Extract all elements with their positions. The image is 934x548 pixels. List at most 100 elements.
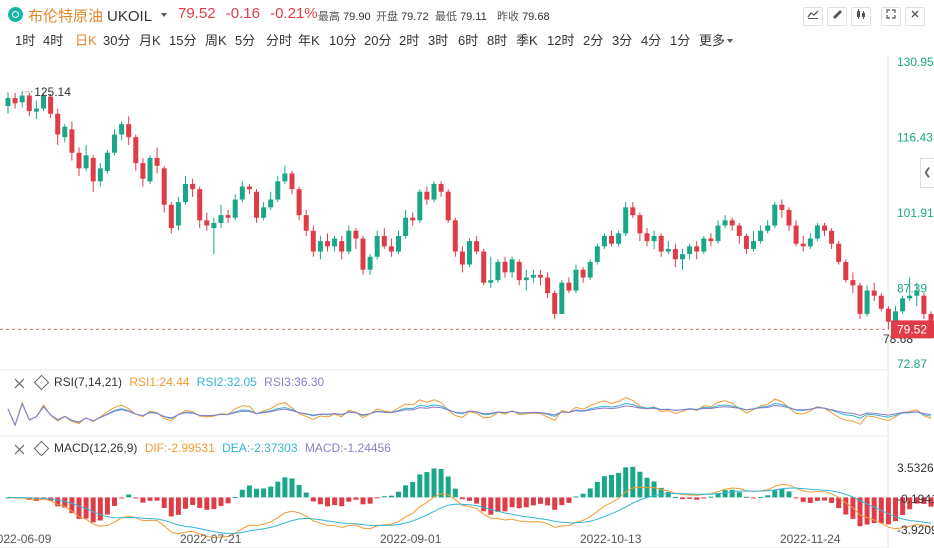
macd-bar — [126, 494, 132, 498]
candle-body — [339, 241, 345, 252]
candle-body — [289, 173, 295, 190]
candle-body — [545, 277, 551, 294]
macd-bar — [119, 497, 125, 499]
macd-bar — [204, 497, 210, 510]
candle-body — [885, 308, 891, 322]
macd-bar — [112, 497, 117, 506]
macd-bar — [680, 497, 685, 500]
macd-bar — [282, 477, 288, 498]
candle-body — [126, 124, 132, 138]
macd-bar — [396, 491, 401, 498]
candle-body — [793, 225, 799, 244]
macd-bar — [665, 491, 671, 498]
candle-body — [538, 274, 543, 278]
x-tick-label: 2022-11-24 — [780, 532, 841, 546]
macd-bar — [154, 497, 160, 501]
macd-bar — [325, 497, 330, 507]
close-indicator-icon[interactable] — [14, 442, 25, 455]
candle-body — [296, 189, 302, 216]
macd-bar — [275, 481, 281, 498]
candle-body — [325, 241, 330, 247]
candle-body — [197, 189, 203, 221]
candle-body — [687, 246, 693, 255]
candle-body — [104, 152, 110, 171]
candle-body — [175, 202, 181, 226]
candle-body — [374, 235, 380, 257]
candle-body — [97, 168, 103, 182]
macd-bar — [133, 497, 139, 499]
candle-body — [829, 230, 835, 244]
macd-bar — [459, 497, 465, 500]
candle-body — [317, 241, 323, 252]
candle-body — [190, 183, 196, 190]
macd-bar — [538, 497, 543, 504]
macd-bar — [403, 485, 409, 498]
candle-body — [403, 217, 409, 236]
dea-line — [7, 487, 932, 534]
max-price-label: 125.14 — [34, 85, 71, 99]
macd-bar — [516, 497, 522, 509]
macd-bar — [708, 496, 714, 498]
candle-body — [346, 230, 352, 252]
macd-bar — [843, 497, 849, 515]
macd-bar — [743, 496, 749, 498]
macd-bar — [431, 468, 437, 498]
macd-bar — [601, 476, 607, 498]
macd-bar — [637, 471, 643, 498]
candle-body — [715, 225, 721, 242]
candle-body — [601, 235, 607, 247]
candle-body — [183, 183, 188, 203]
macd-bar — [97, 497, 103, 521]
candle-body — [580, 269, 586, 278]
y-tick-label: 116.43 — [897, 131, 933, 145]
macd-bar — [552, 497, 558, 510]
macd-bar — [467, 497, 472, 501]
candle-body — [630, 207, 636, 216]
macd-bar — [779, 488, 785, 498]
macd-bar — [417, 474, 423, 498]
macd-bar — [545, 497, 551, 506]
candle-body — [900, 298, 906, 312]
candle-body — [836, 243, 842, 262]
candle-body — [907, 295, 913, 299]
candle-body — [310, 230, 316, 252]
x-tick-label: 2022-09-01 — [380, 532, 442, 546]
macd-bar — [807, 497, 813, 503]
candle-body — [552, 293, 558, 314]
candle-body — [12, 98, 18, 104]
macd-y-tick-label: -0.19411 — [897, 492, 934, 506]
candle-body — [147, 157, 153, 182]
candle-body — [743, 235, 749, 249]
candle-body — [268, 199, 274, 208]
candle-body — [112, 134, 117, 153]
macd-bar — [303, 492, 309, 498]
macd-bar — [147, 497, 153, 501]
macd-bar — [736, 492, 742, 498]
macd-bar — [587, 488, 593, 498]
candle-body — [651, 235, 657, 242]
macd-bar — [566, 497, 572, 503]
candle-body — [474, 241, 480, 252]
macd-bar — [381, 496, 387, 498]
dif-value: DIF:-2.99531 — [144, 441, 215, 455]
candle-body — [672, 248, 678, 260]
candle-body — [530, 274, 536, 278]
candle-body — [161, 168, 167, 205]
macd-bar — [495, 497, 501, 512]
rsi-title: RSI(7,14,21) — [54, 375, 123, 389]
macd-bar — [261, 488, 267, 498]
macd-bar — [232, 497, 238, 499]
candle-body — [424, 191, 430, 200]
candle-body — [516, 261, 522, 281]
candle-body — [814, 225, 820, 239]
candle-body — [140, 163, 146, 179]
macd-bar — [694, 497, 700, 500]
macd-bar — [523, 497, 529, 508]
candle-body — [218, 215, 224, 223]
candle-body — [254, 191, 259, 218]
candlestick-chart: 130.95116.43101.9187.3972.87125.1478.687… — [0, 55, 934, 548]
macd-bar — [758, 496, 764, 498]
macd-bar — [410, 481, 416, 498]
macd-bar — [289, 478, 295, 498]
close-indicator-icon[interactable] — [14, 376, 25, 389]
